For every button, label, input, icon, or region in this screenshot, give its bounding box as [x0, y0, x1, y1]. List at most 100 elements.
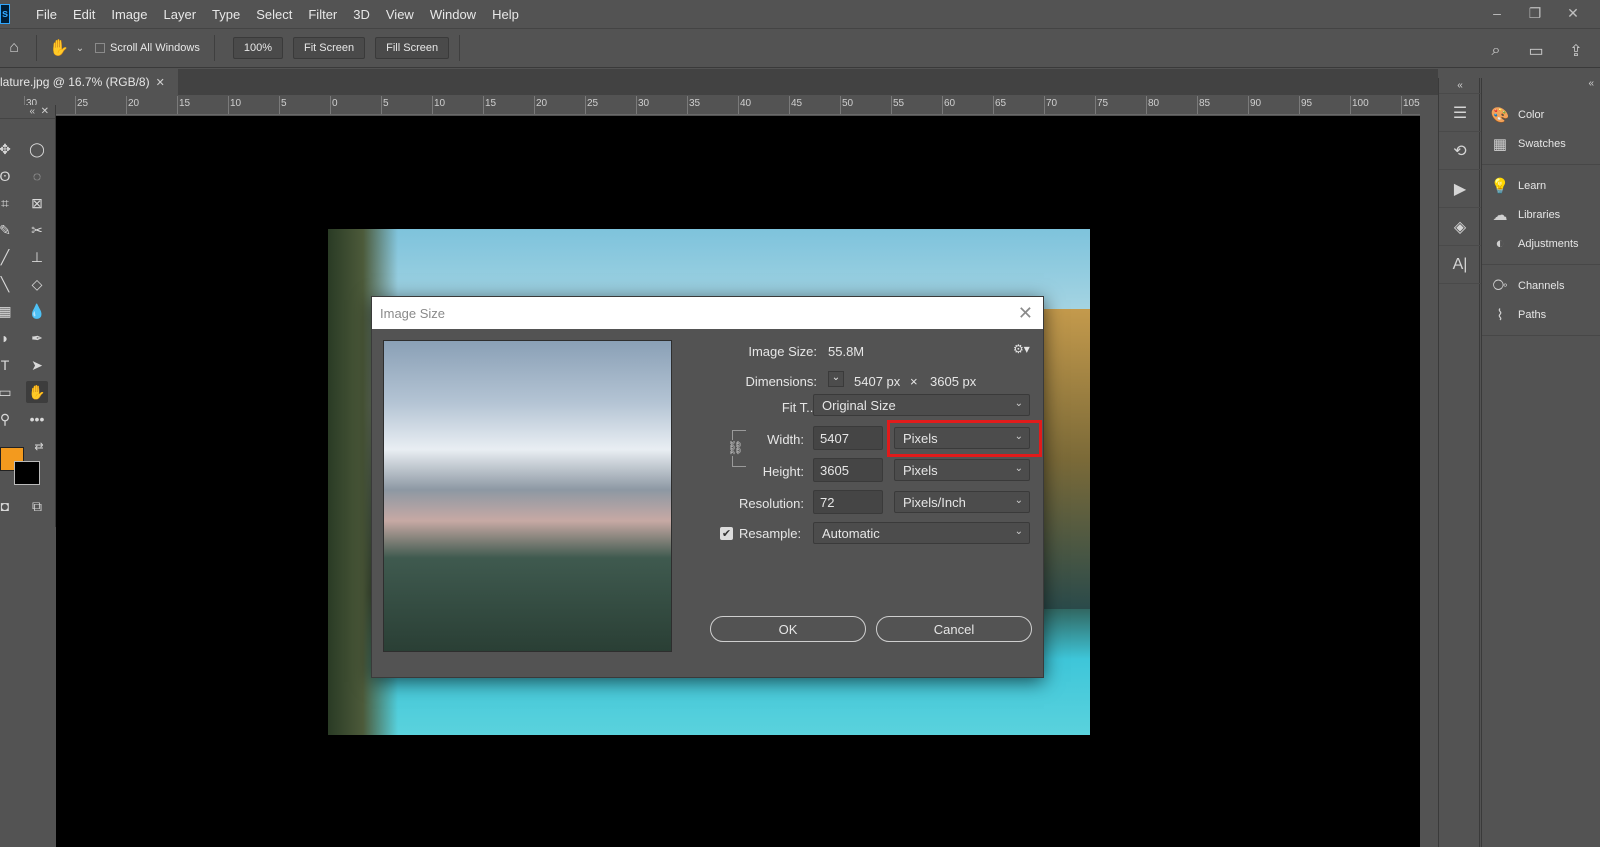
panel-label: Learn [1518, 179, 1547, 192]
panel-libraries[interactable]: ☁ Libraries [1482, 200, 1600, 229]
checkbox-box[interactable] [95, 43, 105, 53]
menu-layer[interactable]: Layer [156, 7, 205, 22]
chevron-down-icon: ⌄ [1014, 495, 1023, 506]
panel-label: Paths [1518, 308, 1547, 321]
history-brush-icon[interactable]: ╲ [0, 273, 16, 295]
move-tool-icon[interactable]: ✥ [0, 138, 16, 160]
dimensions-unit-dropdown-icon[interactable]: ⌄ [828, 371, 844, 387]
hand-tool-icon[interactable]: ✋ [45, 34, 73, 62]
resolution-input[interactable]: 72 [813, 490, 883, 514]
more-tools-icon[interactable]: ••• [26, 408, 48, 430]
gradient-icon[interactable]: ▦ [0, 300, 16, 322]
home-icon[interactable]: ⌂ [0, 34, 28, 62]
resample-checkbox[interactable]: ✔ [720, 527, 733, 540]
chevron-down-icon[interactable]: ⌄ [73, 34, 87, 62]
panel-label: Adjustments [1518, 237, 1579, 250]
close-icon[interactable]: ✕ [1018, 303, 1033, 324]
blur-tool-icon[interactable]: 💧 [26, 300, 48, 322]
ruler-tick-label: 45 [791, 98, 803, 109]
eyedropper-icon[interactable]: ✎ [0, 219, 16, 241]
menu-image[interactable]: Image [103, 7, 155, 22]
menu-help[interactable]: Help [484, 7, 527, 22]
menu-file[interactable]: File [28, 7, 65, 22]
fit-to-select[interactable]: Original Size ⌄ [813, 394, 1030, 416]
ruler-tick-line [483, 96, 484, 114]
layers-icon[interactable]: ◈ [1439, 208, 1481, 246]
ruler-tick-line [1299, 96, 1300, 114]
ok-button[interactable]: OK [710, 616, 866, 642]
panel-color[interactable]: 🎨 Color [1482, 100, 1600, 129]
quick-mask-icon[interactable]: ◘ [0, 495, 16, 517]
panel-label: Swatches [1518, 137, 1566, 150]
fit-to-label: Fit T... [781, 400, 817, 415]
height-input[interactable]: 3605 [813, 458, 883, 482]
ruler-tick-label: 25 [587, 98, 599, 109]
tools-panel: « ✕ ✥ ◯ ʘ ◌ ⌗ ⊠ ✎ ✂ ╱ ⊥ ╲ ◇ ▦ 💧 ◗ ✒ T ➤ … [0, 105, 56, 527]
cancel-button[interactable]: Cancel [876, 616, 1032, 642]
swap-colors-icon[interactable]: ⇄ [28, 435, 50, 457]
panel-learn[interactable]: 💡 Learn [1482, 171, 1600, 200]
search-icon[interactable]: ⌕ [1482, 37, 1510, 65]
close-window-icon[interactable]: ✕ [1556, 2, 1590, 24]
panel-channels[interactable]: ⧂ Channels [1482, 271, 1600, 300]
pen-tool-icon[interactable]: ✒ [26, 327, 48, 349]
fit-screen-button[interactable]: Fit Screen [293, 37, 366, 59]
screen-mode-icon[interactable]: ⧉ [26, 495, 48, 517]
fill-screen-button[interactable]: Fill Screen [375, 37, 450, 59]
image-size-dialog: Image Size ✕ Image Size: 55.8M ⚙▾ Dimens… [371, 296, 1044, 678]
document-tab[interactable]: lature.jpg @ 16.7% (RGB/8) ✕ [0, 69, 178, 95]
restore-icon[interactable]: ❐ [1518, 2, 1552, 24]
panel-adjustments[interactable]: ◐ Adjustments [1482, 229, 1600, 258]
settings-gear-icon[interactable]: ⚙▾ [1013, 342, 1030, 356]
menu-type[interactable]: Type [204, 7, 248, 22]
menu-window[interactable]: Window [422, 7, 484, 22]
crop-tool-icon[interactable]: ⌗ [0, 192, 16, 214]
quick-selection-icon[interactable]: ◌ [26, 165, 48, 187]
menu-select[interactable]: Select [248, 7, 300, 22]
resample-select[interactable]: Automatic ⌄ [813, 522, 1030, 544]
collapse-icon[interactable]: « [29, 106, 35, 117]
resolution-unit-select[interactable]: Pixels/Inch ⌄ [894, 491, 1030, 513]
elliptical-marquee-icon[interactable]: ◯ [26, 138, 48, 160]
dodge-tool-icon[interactable]: ◗ [0, 327, 16, 349]
scroll-all-windows-checkbox[interactable]: Scroll All Windows [95, 42, 200, 54]
menu-view[interactable]: View [378, 7, 422, 22]
path-selection-icon[interactable]: ➤ [26, 354, 48, 376]
collapse-icon[interactable]: « [1439, 78, 1481, 94]
zoom-tool-icon[interactable]: ⚲ [0, 408, 16, 430]
frame-tool-icon[interactable]: ⊠ [26, 192, 48, 214]
rectangle-tool-icon[interactable]: ▭ [0, 381, 16, 403]
background-color-swatch[interactable] [14, 461, 40, 485]
clone-stamp-icon[interactable]: ⊥ [26, 246, 48, 268]
ruler-tick-line [789, 96, 790, 114]
panel-paths[interactable]: ⌇ Paths [1482, 300, 1600, 329]
height-unit-select[interactable]: Pixels ⌄ [894, 459, 1030, 481]
character-icon[interactable]: A| [1439, 246, 1481, 284]
separator [36, 35, 37, 61]
image-preview[interactable] [383, 340, 672, 652]
menu-3d[interactable]: 3D [345, 7, 378, 22]
close-tab-icon[interactable]: ✕ [156, 76, 165, 89]
minimize-icon[interactable]: – [1480, 2, 1514, 24]
dialog-title-bar: Image Size ✕ [372, 297, 1043, 329]
close-panel-icon[interactable]: ✕ [41, 106, 49, 117]
actions-play-icon[interactable]: ▶ [1439, 170, 1481, 208]
hand-tool-active-icon[interactable]: ✋ [26, 381, 48, 403]
panel-group-learn: 💡 Learn ☁ Libraries ◐ Adjustments [1482, 165, 1600, 265]
share-icon[interactable]: ⇪ [1562, 37, 1590, 65]
brush-tool-icon[interactable]: ╱ [0, 246, 16, 268]
properties-icon[interactable]: ☰ [1439, 94, 1481, 132]
width-input[interactable]: 5407 [813, 426, 883, 450]
zoom-100-button[interactable]: 100% [232, 37, 283, 59]
workspace-icon[interactable]: ▭ [1522, 37, 1550, 65]
type-tool-icon[interactable]: T [0, 354, 16, 376]
history-icon[interactable]: ⟲ [1439, 132, 1481, 170]
lasso-tool-icon[interactable]: ʘ [0, 165, 16, 187]
menu-filter[interactable]: Filter [300, 7, 345, 22]
content-aware-move-icon[interactable]: ✂ [26, 219, 48, 241]
eraser-icon[interactable]: ◇ [26, 273, 48, 295]
resolution-label: Resolution: [738, 496, 804, 511]
menu-edit[interactable]: Edit [65, 7, 103, 22]
panel-swatches[interactable]: ▦ Swatches [1482, 129, 1600, 158]
collapse-icon[interactable]: « [1482, 78, 1600, 94]
